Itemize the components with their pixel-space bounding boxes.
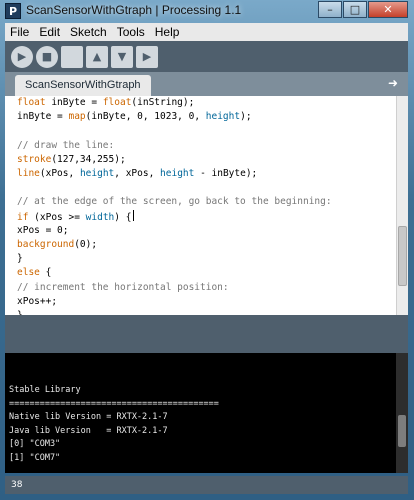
- code-line[interactable]: background(0);: [17, 238, 97, 252]
- text-cursor: [133, 209, 135, 221]
- window-title: ScanSensorWithGtraph | Processing 1.1: [26, 3, 242, 17]
- code-token: width: [85, 211, 115, 223]
- code-line[interactable]: if (xPos >= width) {: [17, 209, 135, 224]
- export-icon: ▶: [142, 50, 152, 63]
- code-token: else: [17, 267, 40, 279]
- code-token: ) {: [114, 211, 132, 223]
- open-button[interactable]: ▲: [86, 45, 108, 68]
- menu-help[interactable]: Help: [150, 25, 185, 39]
- save-icon: ▼: [117, 50, 127, 63]
- code-token: , xPos,: [114, 168, 161, 179]
- tab-menu-arrow-icon[interactable]: ➜: [386, 77, 400, 90]
- code-line[interactable]: line(xPos, height, xPos, height - inByte…: [17, 167, 257, 181]
- code-token: background: [17, 239, 75, 250]
- menu-edit[interactable]: Edit: [34, 25, 65, 39]
- processing-app-icon: P: [5, 3, 21, 19]
- code-line[interactable]: xPos = 0;: [17, 224, 68, 238]
- code-token: );: [240, 111, 252, 123]
- console-line: ========================================…: [9, 398, 219, 409]
- menu-sketch[interactable]: Sketch: [65, 25, 112, 39]
- code-token: stroke: [17, 153, 52, 165]
- editor-scrollbar-thumb[interactable]: [398, 226, 407, 286]
- code-token: }: [17, 253, 23, 265]
- console-line: [1] "COM7": [9, 452, 61, 463]
- menu-bar: File Edit Sketch Tools Help: [5, 23, 408, 41]
- message-area: [5, 315, 408, 353]
- code-line[interactable]: stroke(127,34,255);: [17, 153, 126, 167]
- console-line: Stable Library: [9, 385, 81, 395]
- window-controls: – □ ✕: [317, 1, 408, 19]
- run-button[interactable]: ▶: [11, 45, 33, 68]
- code-token: // at the edge of the screen, go back to…: [17, 196, 332, 208]
- new-button[interactable]: [61, 45, 83, 68]
- code-token: (inString);: [131, 97, 195, 108]
- code-line[interactable]: float inByte = float(inString);: [17, 96, 194, 110]
- code-line[interactable]: // increment the horizontal position:: [17, 281, 229, 295]
- code-line[interactable]: xPos++;: [17, 295, 57, 309]
- code-token: {: [39, 267, 52, 279]
- code-token: (127,34,255);: [51, 153, 126, 165]
- open-icon: ▲: [92, 50, 102, 63]
- code-token: inByte =: [45, 97, 103, 108]
- code-token: height: [160, 168, 195, 179]
- maximize-button[interactable]: □: [343, 1, 367, 18]
- tab-sketch[interactable]: ScanSensorWithGtraph: [15, 75, 151, 96]
- line-number: 38: [11, 480, 23, 490]
- code-line[interactable]: // draw the line:: [17, 139, 114, 153]
- code-token: float: [17, 97, 46, 108]
- code-token: // draw the line:: [17, 139, 115, 151]
- export-button[interactable]: ▶: [136, 45, 158, 68]
- status-bar: 38: [5, 476, 408, 494]
- toolbar: ▶ ■ ▲ ▼ ▶: [5, 41, 408, 72]
- minimize-button[interactable]: –: [318, 1, 342, 18]
- menu-file[interactable]: File: [5, 25, 34, 39]
- code-token: height: [205, 111, 241, 123]
- code-token: // increment the horizontal position:: [17, 281, 229, 293]
- title-bar[interactable]: P ScanSensorWithGtraph | Processing 1.1 …: [0, 0, 414, 22]
- tab-strip: ScanSensorWithGtraph ➜: [5, 72, 408, 96]
- app-window: P ScanSensorWithGtraph | Processing 1.1 …: [0, 0, 414, 500]
- code-editor[interactable]: float inByte = float(inString); inByte = …: [5, 96, 396, 315]
- code-token: inByte =: [17, 111, 69, 123]
- code-line[interactable]: }: [17, 252, 23, 266]
- code-token: height: [79, 168, 115, 179]
- console-line: Java lib Version = RXTX-2.1-7: [9, 425, 168, 436]
- close-button[interactable]: ✕: [368, 1, 408, 18]
- code-token: line: [17, 168, 40, 179]
- code-token: (inByte, 0, 1023, 0,: [85, 111, 206, 123]
- play-icon: ▶: [17, 50, 27, 63]
- code-line[interactable]: else {: [17, 266, 51, 280]
- stop-icon: ■: [41, 50, 53, 63]
- code-token: map: [68, 111, 86, 123]
- console-line: [0] "COM3": [9, 439, 61, 449]
- editor-scrollbar[interactable]: [396, 96, 408, 315]
- code-token: - inByte);: [194, 168, 258, 179]
- code-token: xPos = 0;: [17, 224, 69, 236]
- stop-button[interactable]: ■: [36, 45, 58, 68]
- menu-tools[interactable]: Tools: [112, 25, 150, 39]
- code-token: (0);: [74, 239, 98, 250]
- code-token: float: [102, 97, 132, 108]
- code-token: (xPos >=: [28, 211, 86, 223]
- console-line: Native lib Version = RXTX-2.1-7: [9, 412, 168, 422]
- save-button[interactable]: ▼: [111, 45, 133, 68]
- console-scrollbar-thumb[interactable]: [398, 415, 406, 447]
- code-line[interactable]: // at the edge of the screen, go back to…: [17, 195, 332, 209]
- code-token: xPos++;: [17, 295, 58, 307]
- console-output: Stable Library ==========================…: [5, 353, 396, 473]
- code-token: (xPos,: [39, 168, 80, 179]
- code-token: if: [17, 211, 29, 223]
- code-line[interactable]: inByte = map(inByte, 0, 1023, 0, height)…: [17, 110, 252, 124]
- console-scrollbar[interactable]: [396, 353, 408, 473]
